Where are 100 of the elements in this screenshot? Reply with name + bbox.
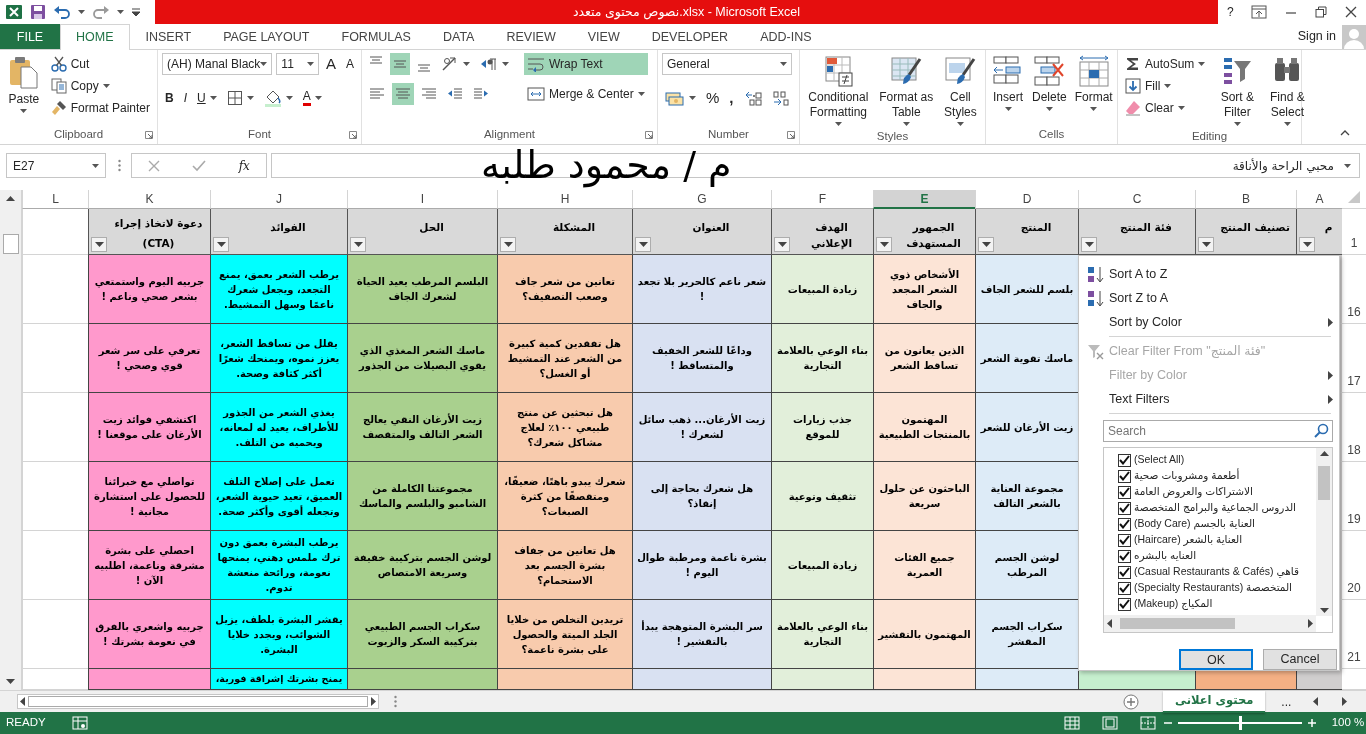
grow-font-button[interactable]: A — [322, 53, 339, 75]
bold-button[interactable]: B — [162, 87, 177, 109]
ribbon-tab[interactable]: ADD-INS — [744, 24, 828, 49]
column-header[interactable]: C — [1078, 190, 1195, 209]
restore-icon[interactable] — [1315, 6, 1328, 18]
checkbox[interactable] — [1118, 565, 1131, 579]
scroll-right-button[interactable] — [1308, 619, 1313, 628]
ribbon-tab[interactable]: HOME — [60, 24, 130, 50]
cancel-button[interactable]: Cancel — [1263, 649, 1337, 670]
checkbox-label[interactable]: (Makeup) المكياج — [1134, 596, 1213, 612]
filter-button[interactable] — [978, 237, 994, 252]
insert-button[interactable]: Insert — [990, 53, 1026, 126]
ribbon-tab[interactable]: DEVELOPER — [635, 24, 745, 49]
sign-in-link[interactable]: Sign in — [1297, 27, 1336, 46]
number-format-dropdown[interactable]: General — [662, 53, 792, 75]
underline-button[interactable]: U — [194, 87, 220, 109]
checkbox-label[interactable]: العنايه بالبشره — [1134, 548, 1197, 564]
scroll-left-button[interactable] — [20, 697, 25, 706]
zoom-in-icon[interactable] — [1307, 719, 1316, 727]
filter-button[interactable] — [1299, 237, 1315, 252]
column-header[interactable]: G — [632, 190, 771, 209]
percent-button[interactable]: % — [703, 87, 723, 109]
clear-button[interactable]: Clear — [1122, 97, 1209, 119]
page-layout-icon[interactable] — [1101, 716, 1118, 730]
column-header[interactable]: E — [873, 190, 975, 209]
format-button[interactable]: Format — [1072, 53, 1115, 126]
scroll-right-button[interactable] — [371, 697, 376, 706]
shrink-font-button[interactable]: A — [343, 53, 357, 75]
ribbon-tab[interactable]: VIEW — [571, 24, 636, 49]
checkbox[interactable] — [1118, 581, 1131, 595]
column-header[interactable]: L — [22, 190, 88, 209]
scroll-up-button[interactable] — [6, 196, 15, 201]
checkbox[interactable] — [1118, 469, 1131, 483]
fill-button[interactable]: Fill — [1122, 75, 1209, 97]
autosum-button[interactable]: AutoSum — [1122, 53, 1209, 75]
normal-view-icon[interactable] — [1063, 716, 1080, 730]
insert-function-button[interactable]: fx — [238, 156, 250, 175]
collapse-ribbon-icon[interactable] — [1340, 130, 1350, 136]
menu-item[interactable]: Sort Z to A — [1079, 286, 1339, 310]
column-header[interactable]: H — [497, 190, 632, 209]
sort-filter-button[interactable]: Sort & Filter — [1212, 53, 1263, 128]
zoom-level[interactable]: 100 % — [1331, 714, 1365, 732]
font-size-dropdown[interactable]: 11 — [276, 53, 319, 75]
dialog-launcher-icon[interactable] — [645, 131, 653, 139]
zoom-thumb[interactable] — [1238, 716, 1242, 730]
wrap-text-button[interactable]: Wrap Text — [524, 53, 648, 75]
merge-center-button[interactable]: Merge & Center — [524, 83, 648, 105]
checkbox[interactable] — [1118, 533, 1131, 547]
filter-button[interactable] — [876, 237, 892, 252]
previous-sheet-icon[interactable] — [1313, 697, 1319, 706]
ok-button[interactable]: OK — [1179, 649, 1253, 670]
filter-button[interactable] — [91, 237, 107, 252]
italic-button[interactable]: I — [180, 87, 190, 109]
splitter-icon[interactable] — [394, 695, 397, 708]
file-tab[interactable]: FILE — [0, 24, 60, 49]
column-header[interactable]: B — [1195, 190, 1296, 209]
customize-icon[interactable] — [132, 8, 140, 16]
copy-button[interactable]: Copy — [47, 75, 153, 97]
dialog-launcher-icon[interactable] — [787, 131, 795, 139]
checkbox[interactable] — [1118, 501, 1131, 515]
help-button[interactable]: ? — [1223, 6, 1237, 18]
ribbon-tab[interactable]: INSERT — [129, 24, 208, 49]
format-painter-button[interactable]: Format Painter — [47, 97, 153, 119]
next-sheet-icon[interactable] — [1342, 697, 1348, 706]
caret-icon[interactable] — [78, 10, 85, 14]
ribbon-display-icon[interactable] — [1251, 5, 1268, 19]
filter-button[interactable] — [774, 237, 790, 252]
sheet-tab[interactable]: محتوى اعلانى — [1163, 690, 1266, 713]
add-sheet-icon[interactable] — [1123, 693, 1139, 710]
ribbon-tab[interactable]: PAGE LAYOUT — [207, 24, 326, 49]
checkbox[interactable] — [1118, 597, 1131, 611]
checkbox[interactable] — [1118, 453, 1131, 467]
search-field[interactable]: Search — [1103, 420, 1333, 442]
checkbox-label[interactable]: (Casual Restaurants & Cafés) قاهي — [1134, 564, 1299, 580]
font-color-button[interactable]: A — [299, 87, 325, 109]
column-header[interactable]: F — [771, 190, 873, 209]
name-box[interactable]: E27 — [6, 153, 106, 178]
ribbon-tab[interactable]: REVIEW — [490, 24, 572, 49]
comma-style-button[interactable]: , — [726, 87, 737, 109]
checkbox[interactable] — [1118, 485, 1131, 499]
undo-icon[interactable] — [54, 5, 70, 19]
caret-icon[interactable] — [117, 10, 124, 14]
scroll-down-button[interactable] — [6, 679, 15, 684]
filter-button[interactable] — [1198, 237, 1214, 252]
dialog-launcher-icon[interactable] — [349, 131, 357, 139]
menu-item[interactable]: Sort A to Z — [1079, 262, 1339, 286]
checkbox-label[interactable]: (Specialty Restaurants) المتخصصة — [1134, 580, 1293, 596]
menu-item[interactable]: Sort by Color — [1079, 310, 1339, 334]
filter-button[interactable] — [635, 237, 651, 252]
redo-icon[interactable] — [93, 5, 109, 19]
column-header[interactable]: I — [347, 190, 497, 209]
scrollbar-thumb[interactable] — [1318, 466, 1330, 500]
paste-button[interactable]: Paste — [4, 53, 44, 126]
menu-item[interactable]: Text Filters — [1079, 387, 1339, 411]
record-macro-icon[interactable] — [71, 716, 88, 730]
column-header[interactable]: A — [1296, 190, 1342, 209]
checkbox-label[interactable]: (Select All) — [1134, 452, 1185, 468]
checkbox-label[interactable]: (Body Care) العناية بالجسم — [1134, 516, 1255, 532]
filter-button[interactable] — [350, 237, 366, 252]
filter-button[interactable] — [500, 237, 516, 252]
